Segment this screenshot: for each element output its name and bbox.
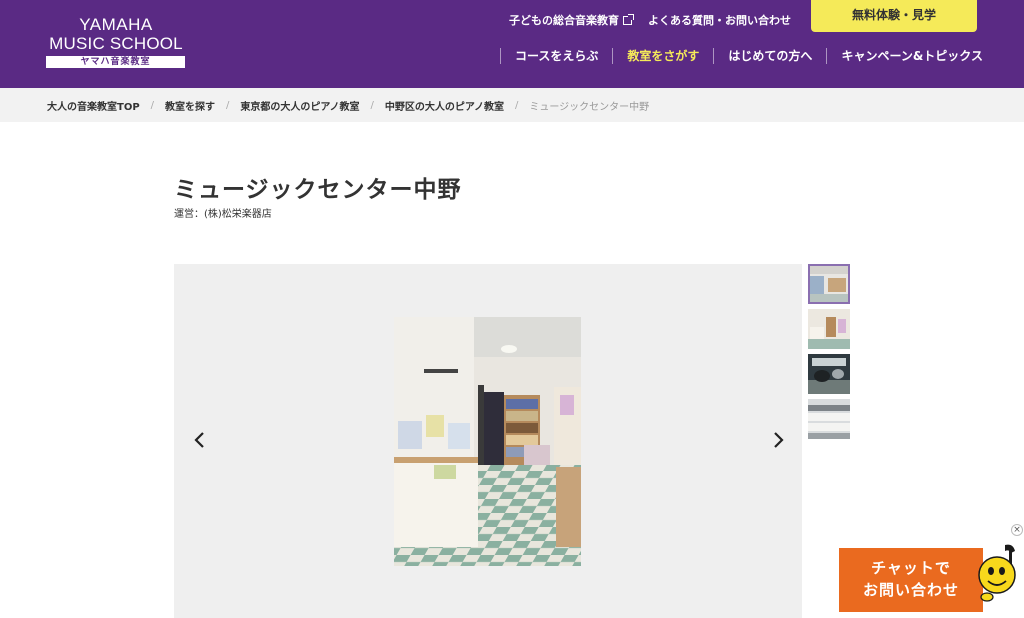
breadcrumb-item-top[interactable]: 大人の音楽教室TOP	[47, 98, 140, 113]
gallery-thumbnails	[808, 264, 851, 444]
logo-line1: YAMAHA	[79, 15, 153, 34]
breadcrumb-separator: /	[370, 99, 374, 111]
logo-line2: MUSIC SCHOOL	[49, 34, 183, 53]
nav-item-campaign-topics[interactable]: キャンペーン&トピックス	[826, 48, 997, 64]
electone-thumbnail[interactable]	[808, 399, 850, 439]
chevron-right-icon[interactable]	[768, 430, 788, 450]
free-trial-button[interactable]: 無料体験・見学	[811, 0, 977, 32]
breadcrumb-item-current: ミュージックセンター中野	[529, 101, 650, 113]
breadcrumb-item-find-school[interactable]: 教室を探す	[165, 98, 215, 113]
mascot-icon	[975, 541, 1021, 607]
main-nav: コースをえらぶ 教室をさがす はじめての方へ キャンペーン&トピックス	[500, 48, 997, 64]
util-link-kids-education[interactable]: 子どもの総合音楽教育	[509, 12, 634, 28]
page-title: ミュージックセンター中野	[174, 177, 462, 203]
yamaha-music-school-logo[interactable]: YAMAHA MUSIC SCHOOL ヤマハ音楽教室	[46, 16, 186, 68]
operator-text: 運営：(株)松栄楽器店	[174, 209, 272, 220]
chevron-left-icon[interactable]	[190, 430, 210, 450]
breadcrumb-item-tokyo[interactable]: 東京都の大人のピアノ教室	[240, 98, 359, 113]
chat-inquiry-button[interactable]: チャットで お問い合わせ	[839, 548, 983, 612]
lesson-room-thumbnail[interactable]	[808, 264, 850, 304]
drum-room-thumbnail[interactable]	[808, 354, 850, 394]
breadcrumb-separator: /	[515, 99, 519, 111]
music-center-lobby-photo	[394, 317, 581, 566]
breadcrumb: 大人の音楽教室TOP / 教室を探す / 東京都の大人のピアノ教室 / 中野区の…	[0, 88, 1024, 122]
breadcrumb-item-nakano[interactable]: 中野区の大人のピアノ教室	[385, 98, 504, 113]
nav-item-find-school[interactable]: 教室をさがす	[612, 48, 713, 64]
photo-gallery	[174, 264, 802, 618]
utility-links: 子どもの総合音楽教育 よくある質問・お問い合わせ	[509, 12, 791, 28]
logo-line3: ヤマハ音楽教室	[46, 56, 185, 68]
site-header: YAMAHA MUSIC SCHOOL ヤマハ音楽教室 子どもの総合音楽教育 よ…	[0, 0, 1024, 88]
external-link-icon	[623, 13, 634, 25]
lobby-thumbnail[interactable]	[808, 309, 850, 349]
util-link-label: 子どもの総合音楽教育	[509, 14, 619, 27]
util-link-faq-contact[interactable]: よくある質問・お問い合わせ	[648, 12, 791, 28]
breadcrumb-separator: /	[226, 99, 230, 111]
chat-line1: チャットで	[871, 559, 951, 577]
breadcrumb-separator: /	[150, 99, 155, 111]
nav-item-beginners[interactable]: はじめての方へ	[713, 48, 826, 64]
nav-item-courses[interactable]: コースをえらぶ	[500, 48, 612, 64]
chat-line2: お問い合わせ	[862, 581, 959, 599]
chat-close-button[interactable]: ×	[1011, 524, 1023, 536]
